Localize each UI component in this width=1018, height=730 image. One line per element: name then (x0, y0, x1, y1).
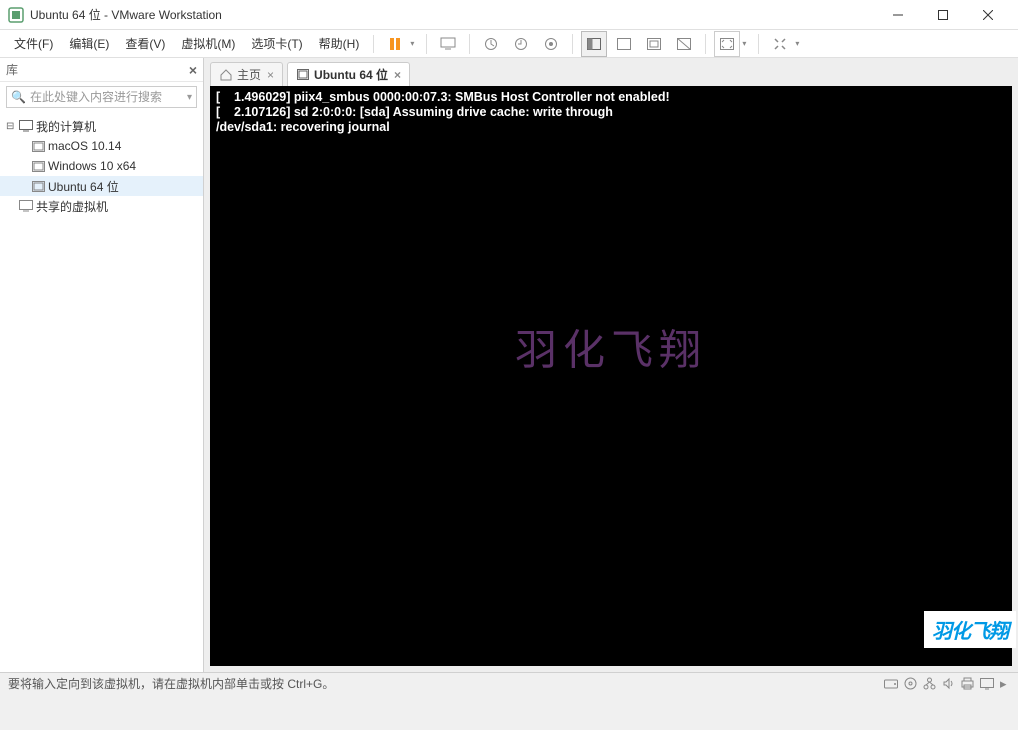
watermark-text: 羽化飞翔 (515, 317, 707, 378)
vm-icon (30, 161, 46, 172)
display-icon[interactable] (980, 678, 994, 690)
fullscreen-button[interactable] (714, 31, 740, 57)
status-message: 要将输入定向到该虚拟机，请在虚拟机内部单击或按 Ctrl+G。 (8, 675, 334, 692)
toolbar-separator (705, 34, 706, 54)
menu-file[interactable]: 文件(F) (6, 31, 61, 56)
collapse-icon[interactable]: ⊟ (6, 121, 18, 132)
vm-icon (30, 181, 46, 192)
console-view-button[interactable] (581, 31, 607, 57)
main-area: 主页 × Ubuntu 64 位 × [ 1.496029] piix4_smb… (204, 58, 1018, 672)
menu-vm[interactable]: 虚拟机(M) (173, 31, 243, 56)
console-line: [ 1.496029] piix4_smbus 0000:00:07.3: SM… (216, 90, 670, 104)
sidebar-title: 库 (6, 61, 18, 78)
tree-label: Windows 10 x64 (48, 159, 136, 173)
view-mode-group (579, 31, 699, 57)
tab-bar: 主页 × Ubuntu 64 位 × (204, 58, 1018, 86)
pause-button[interactable] (382, 31, 408, 57)
send-ctrl-alt-del-button[interactable] (435, 31, 461, 57)
harddisk-icon[interactable] (884, 678, 898, 690)
chevron-down-icon[interactable]: ▾ (187, 92, 192, 103)
console-line: [ 2.107126] sd 2:0:0:0: [sda] Assuming d… (216, 105, 613, 119)
chevron-down-icon[interactable]: ▾ (410, 39, 420, 48)
tree-node-shared[interactable]: 共享的虚拟机 (0, 196, 203, 216)
vm-console[interactable]: [ 1.496029] piix4_smbus 0000:00:07.3: SM… (210, 86, 1012, 666)
tab-label: 主页 (237, 66, 261, 83)
chevron-right-icon[interactable]: ▸ (1000, 676, 1010, 692)
statusbar: 要将输入定向到该虚拟机，请在虚拟机内部单击或按 Ctrl+G。 ▸ (0, 672, 1018, 694)
tree-node-my-computer[interactable]: ⊟ 我的计算机 (0, 116, 203, 136)
tree-label: 我的计算机 (36, 118, 96, 135)
stretch-button[interactable] (767, 31, 793, 57)
tree-item-ubuntu[interactable]: Ubuntu 64 位 (0, 176, 203, 196)
search-input[interactable] (30, 90, 187, 104)
tab-label: Ubuntu 64 位 (314, 66, 388, 83)
network-icon[interactable] (923, 677, 936, 690)
tab-home[interactable]: 主页 × (210, 62, 283, 86)
cd-icon[interactable] (904, 677, 917, 690)
chevron-down-icon[interactable]: ▾ (795, 39, 805, 48)
snapshot-manager-button[interactable] (538, 31, 564, 57)
tree-label: macOS 10.14 (48, 139, 121, 153)
minimize-button[interactable] (875, 0, 920, 30)
monitor-icon (18, 120, 34, 132)
tree-label: 共享的虚拟机 (36, 198, 108, 215)
window-title: Ubuntu 64 位 - VMware Workstation (30, 6, 875, 23)
menu-view[interactable]: 查看(V) (117, 31, 173, 56)
quick-switch-button[interactable] (641, 31, 667, 57)
single-view-button[interactable] (611, 31, 637, 57)
unity-button[interactable] (671, 31, 697, 57)
toolbar-separator (758, 34, 759, 54)
menu-separator (373, 35, 374, 53)
tree-item-macos[interactable]: macOS 10.14 (0, 136, 203, 156)
chevron-down-icon[interactable]: ▾ (742, 39, 752, 48)
snapshot-revert-button[interactable] (508, 31, 534, 57)
tab-close-button[interactable]: × (394, 68, 401, 82)
console-line: /dev/sda1: recovering journal (216, 120, 390, 134)
snapshot-button[interactable] (478, 31, 504, 57)
tree-item-windows[interactable]: Windows 10 x64 (0, 156, 203, 176)
corner-logo: 羽化飞翔 (924, 611, 1016, 648)
menu-tabs[interactable]: 选项卡(T) (243, 31, 310, 56)
search-box[interactable]: 🔍 ▾ (6, 86, 197, 108)
content-area: 库 × 🔍 ▾ ⊟ 我的计算机 macOS 10.14 Windows 10 x… (0, 58, 1018, 672)
close-button[interactable] (965, 0, 1010, 30)
titlebar: Ubuntu 64 位 - VMware Workstation (0, 0, 1018, 30)
status-icons: ▸ (884, 676, 1010, 692)
sidebar-header: 库 × (0, 58, 203, 82)
window-controls (875, 0, 1010, 30)
home-icon (219, 68, 233, 82)
sound-icon[interactable] (942, 677, 955, 690)
toolbar-separator (572, 34, 573, 54)
tab-close-button[interactable]: × (267, 68, 274, 82)
menu-help[interactable]: 帮助(H) (311, 31, 368, 56)
menubar: 文件(F) 编辑(E) 查看(V) 虚拟机(M) 选项卡(T) 帮助(H) ▾ (0, 30, 1018, 58)
menu-edit[interactable]: 编辑(E) (61, 31, 117, 56)
library-tree: ⊟ 我的计算机 macOS 10.14 Windows 10 x64 Ubunt… (0, 112, 203, 220)
shared-icon (18, 200, 34, 212)
vm-icon (30, 141, 46, 152)
maximize-button[interactable] (920, 0, 965, 30)
sidebar-close-button[interactable]: × (189, 62, 197, 78)
toolbar-separator (426, 34, 427, 54)
search-icon: 🔍 (11, 90, 26, 104)
tree-label: Ubuntu 64 位 (48, 178, 119, 195)
sidebar: 库 × 🔍 ▾ ⊟ 我的计算机 macOS 10.14 Windows 10 x… (0, 58, 204, 672)
toolbar: ▾ ▾ ▾ (380, 31, 805, 57)
toolbar-separator (469, 34, 470, 54)
tab-ubuntu[interactable]: Ubuntu 64 位 × (287, 62, 410, 86)
printer-icon[interactable] (961, 677, 974, 690)
vm-icon (296, 68, 310, 82)
app-icon (8, 7, 24, 23)
